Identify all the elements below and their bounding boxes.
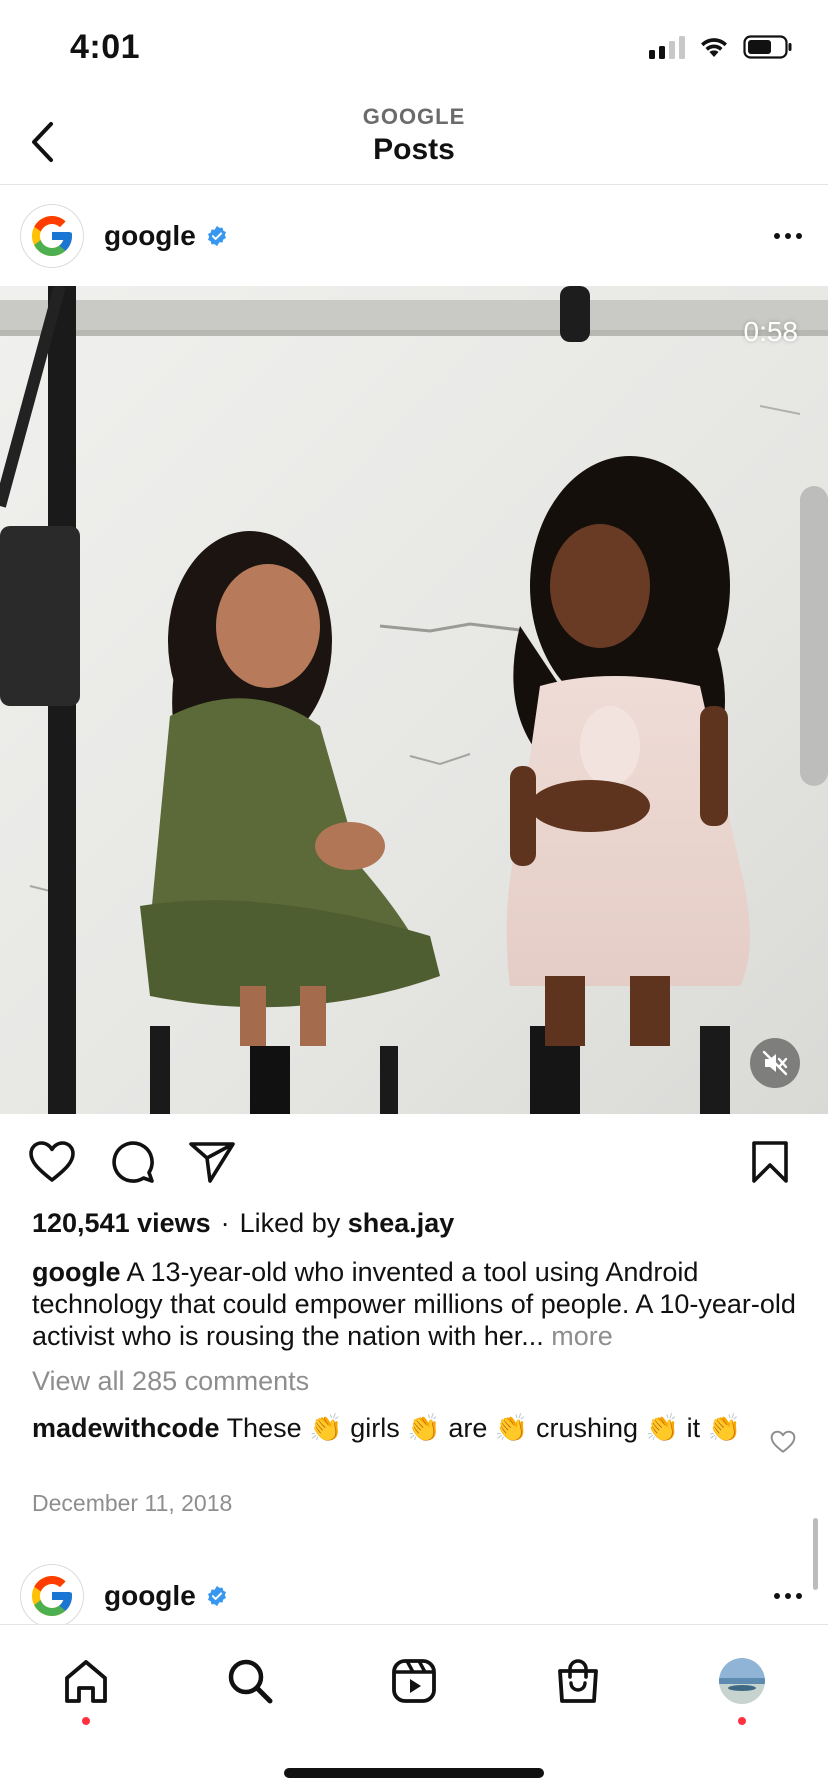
video-frame-image xyxy=(0,286,828,1114)
status-icons xyxy=(649,34,793,60)
bookmark-icon xyxy=(752,1141,788,1183)
google-logo-icon xyxy=(32,216,72,256)
views-count[interactable]: 120,541 views xyxy=(32,1208,211,1238)
post-actions xyxy=(0,1134,828,1190)
header-subtitle: GOOGLE xyxy=(362,104,466,129)
home-indicator[interactable] xyxy=(284,1768,544,1778)
verified-badge-icon xyxy=(207,225,226,247)
post-username[interactable]: google xyxy=(104,220,228,252)
views-and-likes: 120,541 views · Liked by shea.jay xyxy=(32,1208,454,1239)
tab-reels[interactable] xyxy=(384,1651,444,1711)
tab-search[interactable] xyxy=(220,1651,280,1711)
save-button[interactable] xyxy=(742,1134,798,1190)
username-text[interactable]: google xyxy=(104,1580,196,1612)
comment-item: madewithcode These 👏 girls 👏 are 👏 crush… xyxy=(32,1412,752,1444)
tab-profile[interactable] xyxy=(712,1651,772,1725)
heart-icon xyxy=(770,1430,796,1453)
profile-avatar xyxy=(719,1658,765,1704)
view-all-comments-link[interactable]: View all 285 comments xyxy=(32,1366,309,1397)
video-duration: 0:58 xyxy=(743,316,799,347)
caption-text: A 13-year-old who invented a tool using … xyxy=(32,1257,796,1351)
status-bar: 4:01 xyxy=(0,0,828,100)
search-icon xyxy=(228,1659,273,1704)
like-button[interactable] xyxy=(24,1134,80,1190)
speaker-muted-icon xyxy=(762,1050,788,1076)
liked-by-prefix: Liked by xyxy=(239,1208,341,1238)
more-options-button[interactable] xyxy=(774,223,802,249)
tab-home[interactable] xyxy=(56,1651,116,1725)
more-options-button[interactable] xyxy=(774,1583,802,1609)
comment-text: These 👏 girls 👏 are 👏 crushing 👏 it 👏 xyxy=(226,1413,742,1443)
caption-username[interactable]: google xyxy=(32,1257,121,1287)
mute-toggle-button[interactable] xyxy=(750,1038,800,1088)
reels-icon xyxy=(392,1659,436,1703)
comment-button[interactable] xyxy=(104,1134,160,1190)
post-caption: google A 13-year-old who invented a tool… xyxy=(32,1256,802,1352)
liked-by-user[interactable]: shea.jay xyxy=(348,1208,455,1238)
post-header: google xyxy=(0,186,828,286)
separator-dot: · xyxy=(220,1208,230,1238)
notification-dot xyxy=(82,1717,90,1725)
home-icon xyxy=(65,1660,107,1703)
verified-badge-icon xyxy=(207,1585,226,1607)
avatar[interactable] xyxy=(20,204,84,268)
avatar[interactable] xyxy=(20,1564,84,1628)
comment-username[interactable]: madewithcode xyxy=(32,1413,220,1443)
shop-icon xyxy=(558,1659,598,1703)
send-icon xyxy=(189,1142,235,1183)
wifi-icon xyxy=(701,38,727,57)
cellular-signal-icon xyxy=(649,35,685,59)
username-text[interactable]: google xyxy=(104,220,196,252)
comment-icon xyxy=(112,1141,154,1183)
battery-icon xyxy=(743,35,792,59)
tab-shop[interactable] xyxy=(548,1651,608,1711)
caption-more-link[interactable]: more xyxy=(551,1321,613,1351)
google-logo-icon xyxy=(32,1576,72,1616)
post-date: December 11, 2018 xyxy=(32,1490,233,1516)
notification-dot xyxy=(738,1717,746,1725)
heart-icon xyxy=(29,1141,75,1182)
share-button[interactable] xyxy=(184,1134,240,1190)
nav-header: GOOGLE Posts xyxy=(0,100,828,185)
bottom-tab-bar xyxy=(0,1624,828,1792)
page-title: Posts xyxy=(373,133,455,166)
more-horizontal-icon xyxy=(774,1593,780,1599)
header-titles: GOOGLE Posts xyxy=(0,104,828,167)
status-time: 4:01 xyxy=(70,28,141,66)
post-video[interactable]: 0:58 xyxy=(0,286,828,1114)
comment-like-button[interactable] xyxy=(770,1430,800,1460)
post-username[interactable]: google xyxy=(104,1580,228,1612)
more-horizontal-icon xyxy=(774,233,780,239)
